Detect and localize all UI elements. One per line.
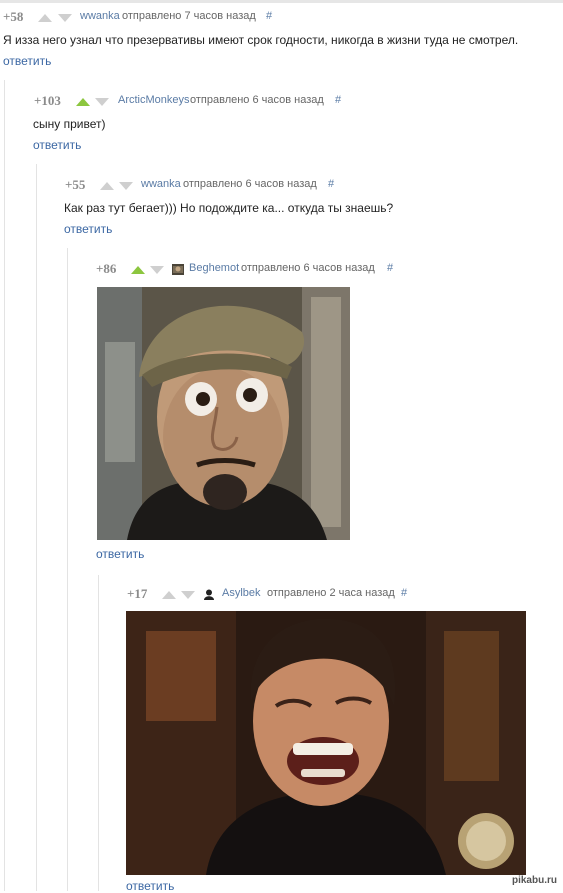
top-border <box>0 0 563 3</box>
thread-line <box>67 248 68 891</box>
site-watermark: pikabu.ru <box>511 875 557 886</box>
comment-image-laughing-man <box>126 611 526 875</box>
comment-permalink[interactable]: # <box>328 178 334 190</box>
comment-author[interactable]: ArcticMonkeys <box>118 94 190 106</box>
thread-line <box>4 80 5 891</box>
reply-link[interactable]: ответить <box>3 54 51 68</box>
reply-link[interactable]: ответить <box>96 547 144 561</box>
comment-timestamp: отправлено 7 часов назад <box>122 10 256 22</box>
comment-header: +86 Beghemot отправлено 6 часов назад # <box>96 261 536 278</box>
user-avatar-icon <box>172 264 184 275</box>
comment-author[interactable]: Beghemot <box>189 262 239 274</box>
comment-author[interactable]: wwanka <box>141 178 181 190</box>
reply-link[interactable]: ответить <box>64 222 112 236</box>
thread-line <box>36 164 37 891</box>
comment: +55 wwanka отправлено 6 часов назад # <box>65 177 545 194</box>
comment-score: +17 <box>127 586 148 601</box>
comment-permalink[interactable]: # <box>401 587 407 599</box>
comment: +86 Beghemot отправлено 6 часов назад # <box>96 261 536 278</box>
comment-image-surprised-man <box>97 287 350 540</box>
comment-header: +58 wwanka отправлено 7 часов назад # <box>3 9 563 26</box>
comment: +58 wwanka отправлено 7 часов назад # <box>3 9 563 26</box>
comment-text: Я изза него узнал что презервативы имеют… <box>3 33 519 47</box>
comment-author[interactable]: wwanka <box>80 10 120 22</box>
comment-author[interactable]: Asylbek <box>222 587 261 599</box>
comment-timestamp: отправлено 6 часов назад <box>241 262 375 274</box>
comment-score: +86 <box>96 261 117 276</box>
downvote-icon[interactable] <box>150 266 164 274</box>
reply-link[interactable]: ответить <box>33 138 81 152</box>
upvote-icon[interactable] <box>76 98 90 106</box>
comment-score: +58 <box>3 9 24 24</box>
comment-score: +103 <box>34 93 61 108</box>
comment-score: +55 <box>65 177 86 192</box>
downvote-icon[interactable] <box>95 98 109 106</box>
upvote-icon[interactable] <box>100 182 114 190</box>
upvote-icon[interactable] <box>162 591 176 599</box>
comment-header: +55 wwanka отправлено 6 часов назад # <box>65 177 545 194</box>
comment-timestamp: отправлено 6 часов назад <box>183 178 317 190</box>
comment-timestamp: отправлено 2 часа назад <box>267 587 395 599</box>
comment: +103 ArcticMonkeys отправлено 6 часов на… <box>34 93 554 110</box>
downvote-icon[interactable] <box>119 182 133 190</box>
comment: +17 Asylbek отправлено 2 часа назад # <box>127 586 547 603</box>
comment-permalink[interactable]: # <box>335 94 341 106</box>
comment-text: сыну привет) <box>33 117 106 131</box>
downvote-icon[interactable] <box>181 591 195 599</box>
comment-header: +17 Asylbek отправлено 2 часа назад # <box>127 586 547 603</box>
thread-line <box>98 575 99 891</box>
comment-text: Как раз тут бегает))) Но подождите ка...… <box>64 201 394 215</box>
comment-timestamp: отправлено 6 часов назад <box>190 94 324 106</box>
comment-permalink[interactable]: # <box>387 262 393 274</box>
downvote-icon[interactable] <box>58 14 72 22</box>
upvote-icon[interactable] <box>131 266 145 274</box>
comment-permalink[interactable]: # <box>266 10 272 22</box>
upvote-icon[interactable] <box>38 14 52 22</box>
user-avatar-icon <box>203 589 215 600</box>
comment-header: +103 ArcticMonkeys отправлено 6 часов на… <box>34 93 554 110</box>
